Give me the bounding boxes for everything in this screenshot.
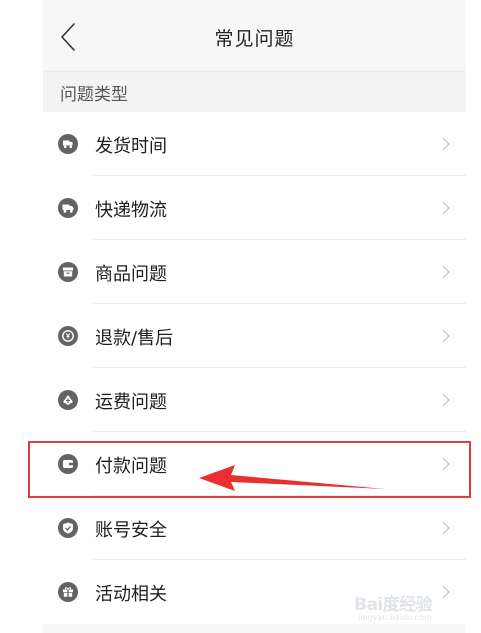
section-title: 问题类型 — [60, 85, 128, 105]
screenshot-canvas: 常见问题 问题类型 发货时间 快递物流 商品问题 退款/售后 运费问题 付款问题… — [0, 0, 481, 633]
truck-clock-icon — [58, 134, 78, 154]
list-item-logistics[interactable]: 快递物流 — [43, 176, 466, 240]
chevron-right-icon — [442, 585, 450, 599]
app-screen: 常见问题 问题类型 发货时间 快递物流 商品问题 退款/售后 运费问题 付款问题… — [43, 0, 466, 633]
chevron-right-icon — [442, 201, 450, 215]
wallet-icon — [58, 454, 78, 474]
chevron-right-icon — [442, 265, 450, 279]
list-item-refund[interactable]: 退款/售后 — [43, 304, 466, 368]
list-item-shipping-time[interactable]: 发货时间 — [43, 112, 466, 176]
refund-icon — [58, 326, 78, 346]
list-item-promotions[interactable]: 活动相关 — [43, 560, 466, 624]
box-icon — [58, 262, 78, 282]
list-item-label: 活动相关 — [95, 584, 167, 605]
list-item-shipping-fee[interactable]: 运费问题 — [43, 368, 466, 432]
page-title: 常见问题 — [214, 28, 295, 50]
list-item-label: 商品问题 — [95, 264, 167, 285]
list-item-product-issue[interactable]: 商品问题 — [43, 240, 466, 304]
delivery-truck-icon — [58, 198, 78, 218]
list-item-label: 付款问题 — [95, 456, 167, 477]
list-item-account-security[interactable]: 账号安全 — [43, 496, 466, 560]
list-item-label: 快递物流 — [95, 200, 167, 221]
chevron-right-icon — [442, 137, 450, 151]
chevron-right-icon — [442, 329, 450, 343]
question-type-list: 发货时间 快递物流 商品问题 退款/售后 运费问题 付款问题 账号安全 活动相关 — [43, 112, 466, 624]
chevron-right-icon — [442, 521, 450, 535]
shield-check-icon — [58, 518, 78, 538]
list-item-payment[interactable]: 付款问题 — [43, 432, 466, 496]
list-item-label: 退款/售后 — [95, 328, 174, 349]
section-header: 问题类型 — [43, 71, 466, 112]
shipping-fee-icon — [58, 390, 78, 410]
list-item-label: 运费问题 — [95, 392, 167, 413]
gift-icon — [58, 582, 78, 602]
list-item-label: 发货时间 — [95, 136, 167, 157]
navigation-bar: 常见问题 — [43, 0, 466, 71]
chevron-right-icon — [442, 457, 450, 471]
chevron-right-icon — [442, 393, 450, 407]
list-item-label: 账号安全 — [95, 520, 167, 541]
